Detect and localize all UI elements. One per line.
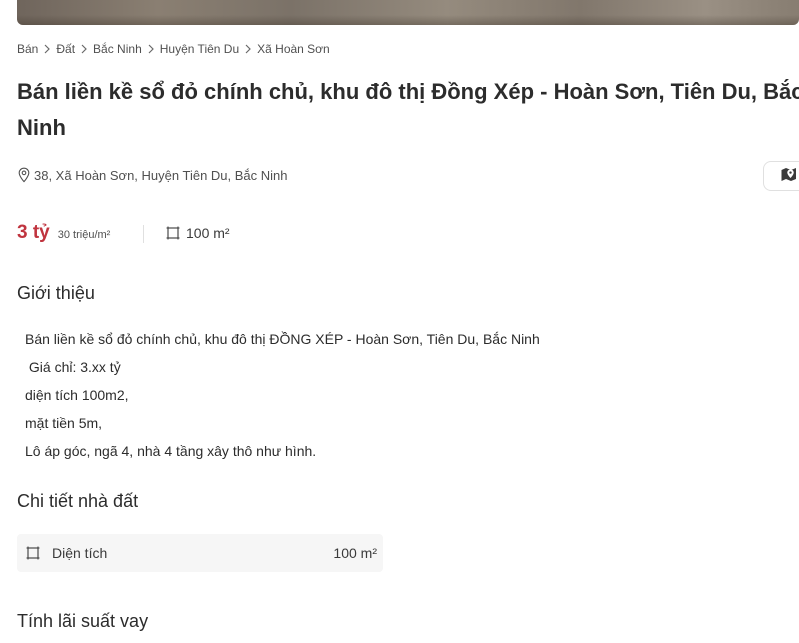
breadcrumb-item-huyen-tien-du[interactable]: Huyện Tiên Du bbox=[160, 42, 239, 56]
breadcrumb-item-dat[interactable]: Đất bbox=[56, 42, 75, 56]
price-row: 3 tỷ 30 triệu/m² bbox=[17, 222, 110, 244]
price-per-m2: 30 triệu/m² bbox=[57, 229, 111, 241]
breadcrumb: Bán Đất Bắc Ninh Huyện Tiên Du Xã Hoàn S… bbox=[17, 42, 330, 56]
chevron-right-icon bbox=[43, 43, 51, 55]
description-line: diện tích 100m2, bbox=[25, 387, 129, 403]
detail-row-area: Diện tích 100 m² bbox=[17, 534, 383, 572]
location-pin-icon bbox=[17, 167, 31, 183]
area-info: 100 m² bbox=[166, 225, 230, 241]
detail-label: Diện tích bbox=[52, 545, 108, 561]
map-pin-icon bbox=[780, 166, 798, 187]
description-line: Giá chỉ: 3.xx tỷ bbox=[25, 359, 121, 375]
address-text: 38, Xã Hoàn Sơn, Huyện Tiên Du, Bắc Ninh bbox=[34, 167, 288, 183]
breadcrumb-item-bac-ninh[interactable]: Bắc Ninh bbox=[93, 42, 142, 56]
map-button[interactable] bbox=[763, 161, 799, 191]
intro-description: Bán liền kề sổ đỏ chính chủ, khu đô thị … bbox=[25, 325, 540, 465]
intro-heading: Giới thiệu bbox=[17, 283, 95, 303]
description-line: Bán liền kề sổ đỏ chính chủ, khu đô thị … bbox=[25, 331, 540, 347]
chevron-right-icon bbox=[147, 43, 155, 55]
chevron-right-icon bbox=[244, 43, 252, 55]
price: 3 tỷ bbox=[17, 222, 50, 243]
listing-page: Bán Đất Bắc Ninh Huyện Tiên Du Xã Hoàn S… bbox=[0, 0, 799, 643]
loan-heading: Tính lãi suất vay bbox=[17, 611, 149, 631]
price-divider bbox=[143, 225, 144, 243]
details-heading: Chi tiết nhà đất bbox=[17, 491, 139, 511]
breadcrumb-item-xa-hoan-son[interactable]: Xã Hoàn Sơn bbox=[257, 42, 330, 56]
area-value: 100 m² bbox=[186, 225, 230, 241]
detail-value: 100 m² bbox=[333, 545, 377, 561]
description-line: Lô áp góc, ngã 4, nhà 4 tầng xây thô như… bbox=[25, 443, 317, 459]
listing-title: Bán liền kề sổ đỏ chính chủ, khu đô thị … bbox=[17, 79, 799, 140]
listing-photo[interactable] bbox=[17, 0, 799, 25]
description-line: mặt tiền 5m, bbox=[25, 415, 103, 431]
chevron-right-icon bbox=[80, 43, 88, 55]
area-square-icon bbox=[26, 546, 40, 560]
listing-address: 38, Xã Hoàn Sơn, Huyện Tiên Du, Bắc Ninh bbox=[17, 167, 288, 183]
breadcrumb-item-ban[interactable]: Bán bbox=[17, 42, 38, 56]
area-square-icon bbox=[166, 226, 180, 240]
